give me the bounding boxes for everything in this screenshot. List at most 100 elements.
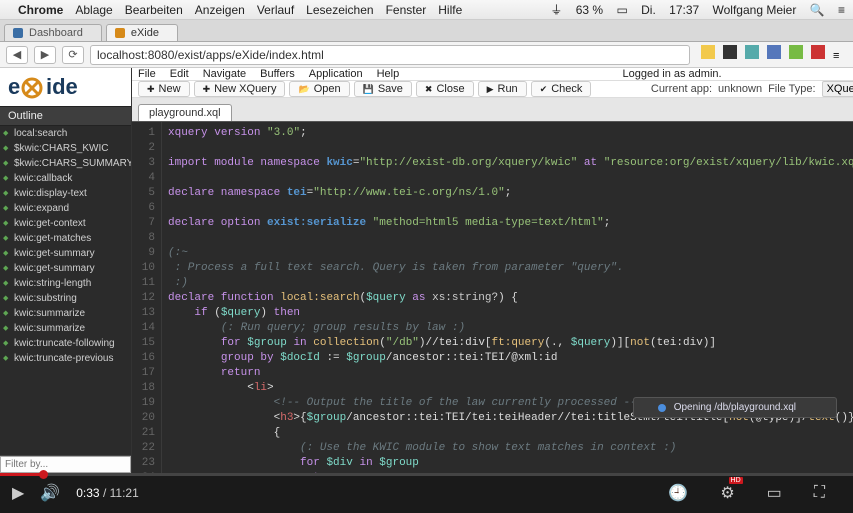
watch-later-icon[interactable]: 🕘 [668, 483, 688, 503]
extension-icon[interactable] [745, 45, 759, 59]
extension-icon[interactable] [789, 45, 803, 59]
login-status[interactable]: Logged in as admin. [623, 68, 722, 80]
extension-icon[interactable] [723, 45, 737, 59]
outline-item[interactable]: kwic:display-text [0, 186, 131, 201]
mac-menu-file[interactable]: Ablage [75, 3, 112, 17]
mac-menu-edit[interactable]: Bearbeiten [125, 3, 183, 17]
outline-item[interactable]: kwic:substring [0, 291, 131, 306]
battery-percent: 63 % [576, 3, 603, 17]
outline-item[interactable]: kwic:get-context [0, 216, 131, 231]
new-button[interactable]: ✚New [138, 81, 190, 97]
video-progress-bar[interactable] [0, 473, 853, 476]
extension-icon[interactable] [811, 45, 825, 59]
outline-item[interactable]: kwic:get-summary [0, 246, 131, 261]
close-icon: ✖ [425, 84, 433, 95]
extension-icons: ≡ [696, 45, 847, 64]
outline-item[interactable]: kwic:callback [0, 171, 131, 186]
outline-item[interactable]: kwic:get-matches [0, 231, 131, 246]
outline-item[interactable]: kwic:string-length [0, 276, 131, 291]
mac-menu-view[interactable]: Anzeigen [195, 3, 245, 17]
file-type-label: File Type: [768, 83, 816, 95]
mac-app-name[interactable]: Chrome [18, 3, 63, 17]
app-menu-help[interactable]: Help [377, 68, 400, 80]
mac-menu-help[interactable]: Hilfe [438, 3, 462, 17]
video-current-time: 0:33 [76, 486, 99, 500]
btn-label: New XQuery [214, 83, 276, 95]
app-menu-buffers[interactable]: Buffers [260, 68, 295, 80]
code-editor[interactable]: 1234567891011121314151617181920212223242… [132, 122, 853, 473]
mac-menu-history[interactable]: Verlauf [257, 3, 294, 17]
forward-button[interactable]: ▶ [34, 46, 56, 64]
btn-label: New [159, 83, 181, 95]
open-button[interactable]: 📂Open [289, 81, 349, 97]
theater-mode-icon[interactable]: ▭ [767, 483, 782, 503]
close-button[interactable]: ✖Close [416, 81, 474, 97]
favicon-icon [115, 28, 125, 38]
app-menu-file[interactable]: File [138, 68, 156, 80]
outline-item[interactable]: kwic:expand [0, 201, 131, 216]
volume-icon[interactable]: 🔊 [40, 483, 60, 503]
app-menu-navigate[interactable]: Navigate [203, 68, 246, 80]
editor-tab[interactable]: playground.xql [138, 104, 232, 121]
video-time: 0:33 / 11:21 [76, 486, 139, 500]
app-menu-edit[interactable]: Edit [170, 68, 189, 80]
file-type-select[interactable]: XQuery [822, 81, 853, 97]
outline-item[interactable]: kwic:summarize [0, 306, 131, 321]
outline-item[interactable]: kwic:truncate-previous [0, 351, 131, 366]
btn-label: Open [314, 83, 341, 95]
settings-icon[interactable]: ⚙HD [720, 483, 734, 503]
code-content[interactable]: xquery version "3.0"; import module name… [162, 122, 853, 473]
outline-item[interactable]: kwic:get-summary [0, 261, 131, 276]
browser-tab-dashboard[interactable]: Dashboard [4, 24, 102, 41]
url-input[interactable] [90, 45, 690, 65]
check-button[interactable]: ✔Check [531, 81, 592, 97]
toast-text: Opening /db/playground.xql [674, 402, 796, 413]
outline-item[interactable]: $kwic:CHARS_KWIC [0, 141, 131, 156]
btn-label: Save [378, 83, 403, 95]
check-icon: ✔ [540, 84, 548, 95]
extension-icon[interactable] [767, 45, 781, 59]
browser-tab-strip: Dashboard eXide [0, 20, 853, 42]
reload-button[interactable]: ⟳ [62, 46, 84, 64]
fullscreen-icon[interactable]: ⛶ [814, 484, 825, 502]
user-name[interactable]: Wolfgang Meier [713, 3, 797, 17]
outline-item[interactable]: kwic:truncate-following [0, 336, 131, 351]
outline-filter [0, 455, 131, 473]
mac-status-area: ⏚ 63 % ▭ Di. 17:37 Wolfgang Meier 🔍 ≡ [540, 1, 845, 18]
chrome-menu-icon[interactable]: ≡ [833, 50, 847, 64]
outline-header: Outline [0, 106, 131, 126]
loading-icon [658, 404, 666, 412]
outline-filter-input[interactable] [0, 456, 131, 473]
browser-tab-exide[interactable]: eXide [106, 24, 178, 41]
notifications-icon[interactable]: ≡ [838, 3, 845, 17]
play-icon: ▶ [487, 84, 494, 95]
app-menu-bar: File Edit Navigate Buffers Application H… [132, 68, 853, 81]
app-menu-application[interactable]: Application [309, 68, 363, 80]
play-button[interactable]: ▶ [12, 483, 24, 503]
extension-icon[interactable] [701, 45, 715, 59]
back-button[interactable]: ◀ [6, 46, 28, 64]
outline-item[interactable]: local:search [0, 126, 131, 141]
mac-menu-window[interactable]: Fenster [386, 3, 427, 17]
save-icon: 💾 [363, 84, 374, 95]
save-button[interactable]: 💾 Save [354, 81, 412, 97]
editor-tabs: playground.xql [132, 98, 853, 122]
app-toolbar: ✚New ✚New XQuery 📂Open 💾 Save ✖Close ▶Run… [132, 81, 853, 98]
outline-list[interactable]: local:search$kwic:CHARS_KWIC$kwic:CHARS_… [0, 126, 131, 455]
opening-toast: Opening /db/playground.xql [633, 397, 837, 418]
favicon-icon [13, 28, 23, 38]
sidebar: e ide Outline local:search$kwic:CHARS_KW… [0, 68, 132, 473]
outline-item[interactable]: $kwic:CHARS_SUMMARY [0, 156, 131, 171]
browser-address-bar: ◀ ▶ ⟳ ≡ [0, 42, 853, 68]
new-xquery-button[interactable]: ✚New XQuery [194, 81, 286, 97]
outline-item[interactable]: kwic:summarize [0, 321, 131, 336]
mac-menu-bookmarks[interactable]: Lesezeichen [306, 3, 373, 17]
wifi-icon[interactable]: ⏚ [550, 3, 562, 17]
battery-icon[interactable]: ▭ [616, 3, 627, 17]
clock-time: 17:37 [669, 3, 699, 17]
mac-menu-bar: Chrome Ablage Bearbeiten Anzeigen Verlau… [0, 0, 853, 20]
exide-app: e ide Outline local:search$kwic:CHARS_KW… [0, 68, 853, 473]
spotlight-icon[interactable]: 🔍 [810, 3, 825, 17]
browser-tab-label: eXide [131, 27, 159, 39]
run-button[interactable]: ▶Run [478, 81, 527, 97]
